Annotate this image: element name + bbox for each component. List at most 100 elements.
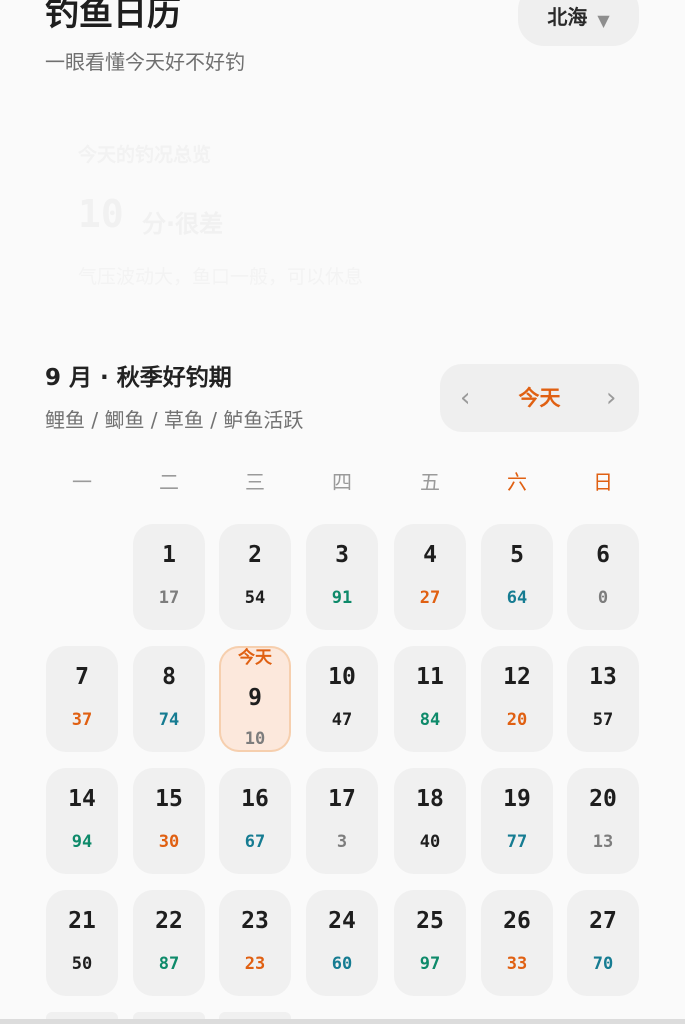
day-score: 87 xyxy=(158,954,180,974)
day-number: 19 xyxy=(503,786,531,812)
day-cell[interactable]: 18 40 xyxy=(394,768,466,874)
day-cell[interactable]: 20 13 xyxy=(567,768,639,874)
day-number: 12 xyxy=(503,664,531,690)
day-number: 13 xyxy=(589,664,617,690)
day-cell[interactable]: 27 70 xyxy=(567,890,639,996)
summary-label: 今天的钓况总览 xyxy=(78,144,212,166)
day-score: 0 xyxy=(597,588,609,608)
caret-down-icon: ▼ xyxy=(597,11,610,30)
day-cell[interactable]: 12 20 xyxy=(481,646,553,752)
day-cell[interactable]: 16 67 xyxy=(219,768,291,874)
day-score: 64 xyxy=(506,588,528,608)
day-number: 16 xyxy=(241,786,269,812)
day-score: 27 xyxy=(419,588,441,608)
day-score: 10 xyxy=(244,729,266,749)
day-cell[interactable]: 19 77 xyxy=(481,768,553,874)
month-active-fish: 鲤鱼 / 鲫鱼 / 草鱼 / 鲈鱼活跃 xyxy=(45,408,304,432)
region-label: 北海 xyxy=(547,5,588,29)
day-score: 23 xyxy=(244,954,266,974)
day-cell[interactable]: 21 50 xyxy=(46,890,118,996)
day-score: 13 xyxy=(592,832,614,852)
day-score: 57 xyxy=(592,710,614,730)
month-navigator: 今天 ‹ › xyxy=(440,364,639,432)
day-cell[interactable]: 17 3 xyxy=(306,768,378,874)
today-summary-card: 今天的钓况总览 10 分·很差 气压波动大，鱼口一般，可以休息 xyxy=(60,128,620,303)
day-score: 17 xyxy=(158,588,180,608)
chevron-right-icon[interactable]: › xyxy=(606,384,616,412)
day-cell[interactable]: 4 27 xyxy=(394,524,466,630)
day-score: 97 xyxy=(419,954,441,974)
day-number: 17 xyxy=(328,786,356,812)
bottom-divider xyxy=(0,1019,685,1024)
day-number: 27 xyxy=(589,908,617,934)
day-number: 18 xyxy=(416,786,444,812)
day-cell-today[interactable]: 今天 9 10 xyxy=(219,646,291,752)
day-number: 1 xyxy=(162,542,176,568)
page-subtitle: 一眼看懂今天好不好钓 xyxy=(45,50,245,74)
weekday-label: 四 xyxy=(332,470,352,494)
day-score: 60 xyxy=(331,954,353,974)
day-number: 4 xyxy=(423,542,437,568)
month-title: 9 月 · 秋季好钓期 xyxy=(45,365,232,391)
day-score: 47 xyxy=(331,710,353,730)
day-number: 26 xyxy=(503,908,531,934)
day-score: 37 xyxy=(71,710,93,730)
region-select[interactable]: 北海 ▼ xyxy=(518,0,639,46)
day-cell[interactable]: 3 91 xyxy=(306,524,378,630)
day-cell[interactable]: 10 47 xyxy=(306,646,378,752)
chevron-left-icon[interactable]: ‹ xyxy=(460,384,470,412)
day-cell[interactable]: 7 37 xyxy=(46,646,118,752)
summary-description: 气压波动大，鱼口一般，可以休息 xyxy=(78,266,364,288)
day-number: 20 xyxy=(589,786,617,812)
day-number: 11 xyxy=(416,664,444,690)
day-score: 30 xyxy=(158,832,180,852)
day-number: 23 xyxy=(241,908,269,934)
day-number: 9 xyxy=(248,685,262,711)
day-number: 5 xyxy=(510,542,524,568)
day-score: 33 xyxy=(506,954,528,974)
day-score: 70 xyxy=(592,954,614,974)
day-cell[interactable]: 5 64 xyxy=(481,524,553,630)
day-score: 67 xyxy=(244,832,266,852)
day-score: 77 xyxy=(506,832,528,852)
day-cell[interactable]: 1 17 xyxy=(133,524,205,630)
page-title: 钓鱼日历 xyxy=(45,0,181,34)
day-cell[interactable]: 14 94 xyxy=(46,768,118,874)
weekday-label: 五 xyxy=(420,470,440,494)
day-cell[interactable]: 8 74 xyxy=(133,646,205,752)
weekday-label: 一 xyxy=(72,470,92,494)
day-cell[interactable]: 2 54 xyxy=(219,524,291,630)
day-score: 20 xyxy=(506,710,528,730)
weekday-label: 三 xyxy=(245,470,265,494)
day-score: 74 xyxy=(158,710,180,730)
day-cell[interactable]: 60 xyxy=(567,524,639,630)
day-score: 84 xyxy=(419,710,441,730)
day-cell[interactable]: 25 97 xyxy=(394,890,466,996)
today-tag: 今天 xyxy=(238,648,272,668)
day-number: 7 xyxy=(75,664,89,690)
day-cell[interactable]: 13 57 xyxy=(567,646,639,752)
day-cell[interactable]: 15 30 xyxy=(133,768,205,874)
day-cell[interactable]: 23 23 xyxy=(219,890,291,996)
day-number: 14 xyxy=(68,786,96,812)
day-number: 3 xyxy=(335,542,349,568)
weekday-label: 日 xyxy=(593,470,613,494)
day-number: 25 xyxy=(416,908,444,934)
day-score: 3 xyxy=(336,832,348,852)
day-number: 15 xyxy=(155,786,183,812)
weekday-label: 二 xyxy=(159,470,179,494)
day-number: 6 xyxy=(596,542,610,568)
day-cell[interactable]: 11 84 xyxy=(394,646,466,752)
day-score: 54 xyxy=(244,588,266,608)
day-number: 2 xyxy=(248,542,262,568)
day-number: 10 xyxy=(328,664,356,690)
day-score: 91 xyxy=(331,588,353,608)
day-number: 22 xyxy=(155,908,183,934)
day-cell[interactable]: 22 87 xyxy=(133,890,205,996)
day-number: 24 xyxy=(328,908,356,934)
day-score: 50 xyxy=(71,954,93,974)
day-cell[interactable]: 26 33 xyxy=(481,890,553,996)
day-score: 94 xyxy=(71,832,93,852)
weekday-label: 六 xyxy=(507,470,527,494)
day-cell[interactable]: 24 60 xyxy=(306,890,378,996)
